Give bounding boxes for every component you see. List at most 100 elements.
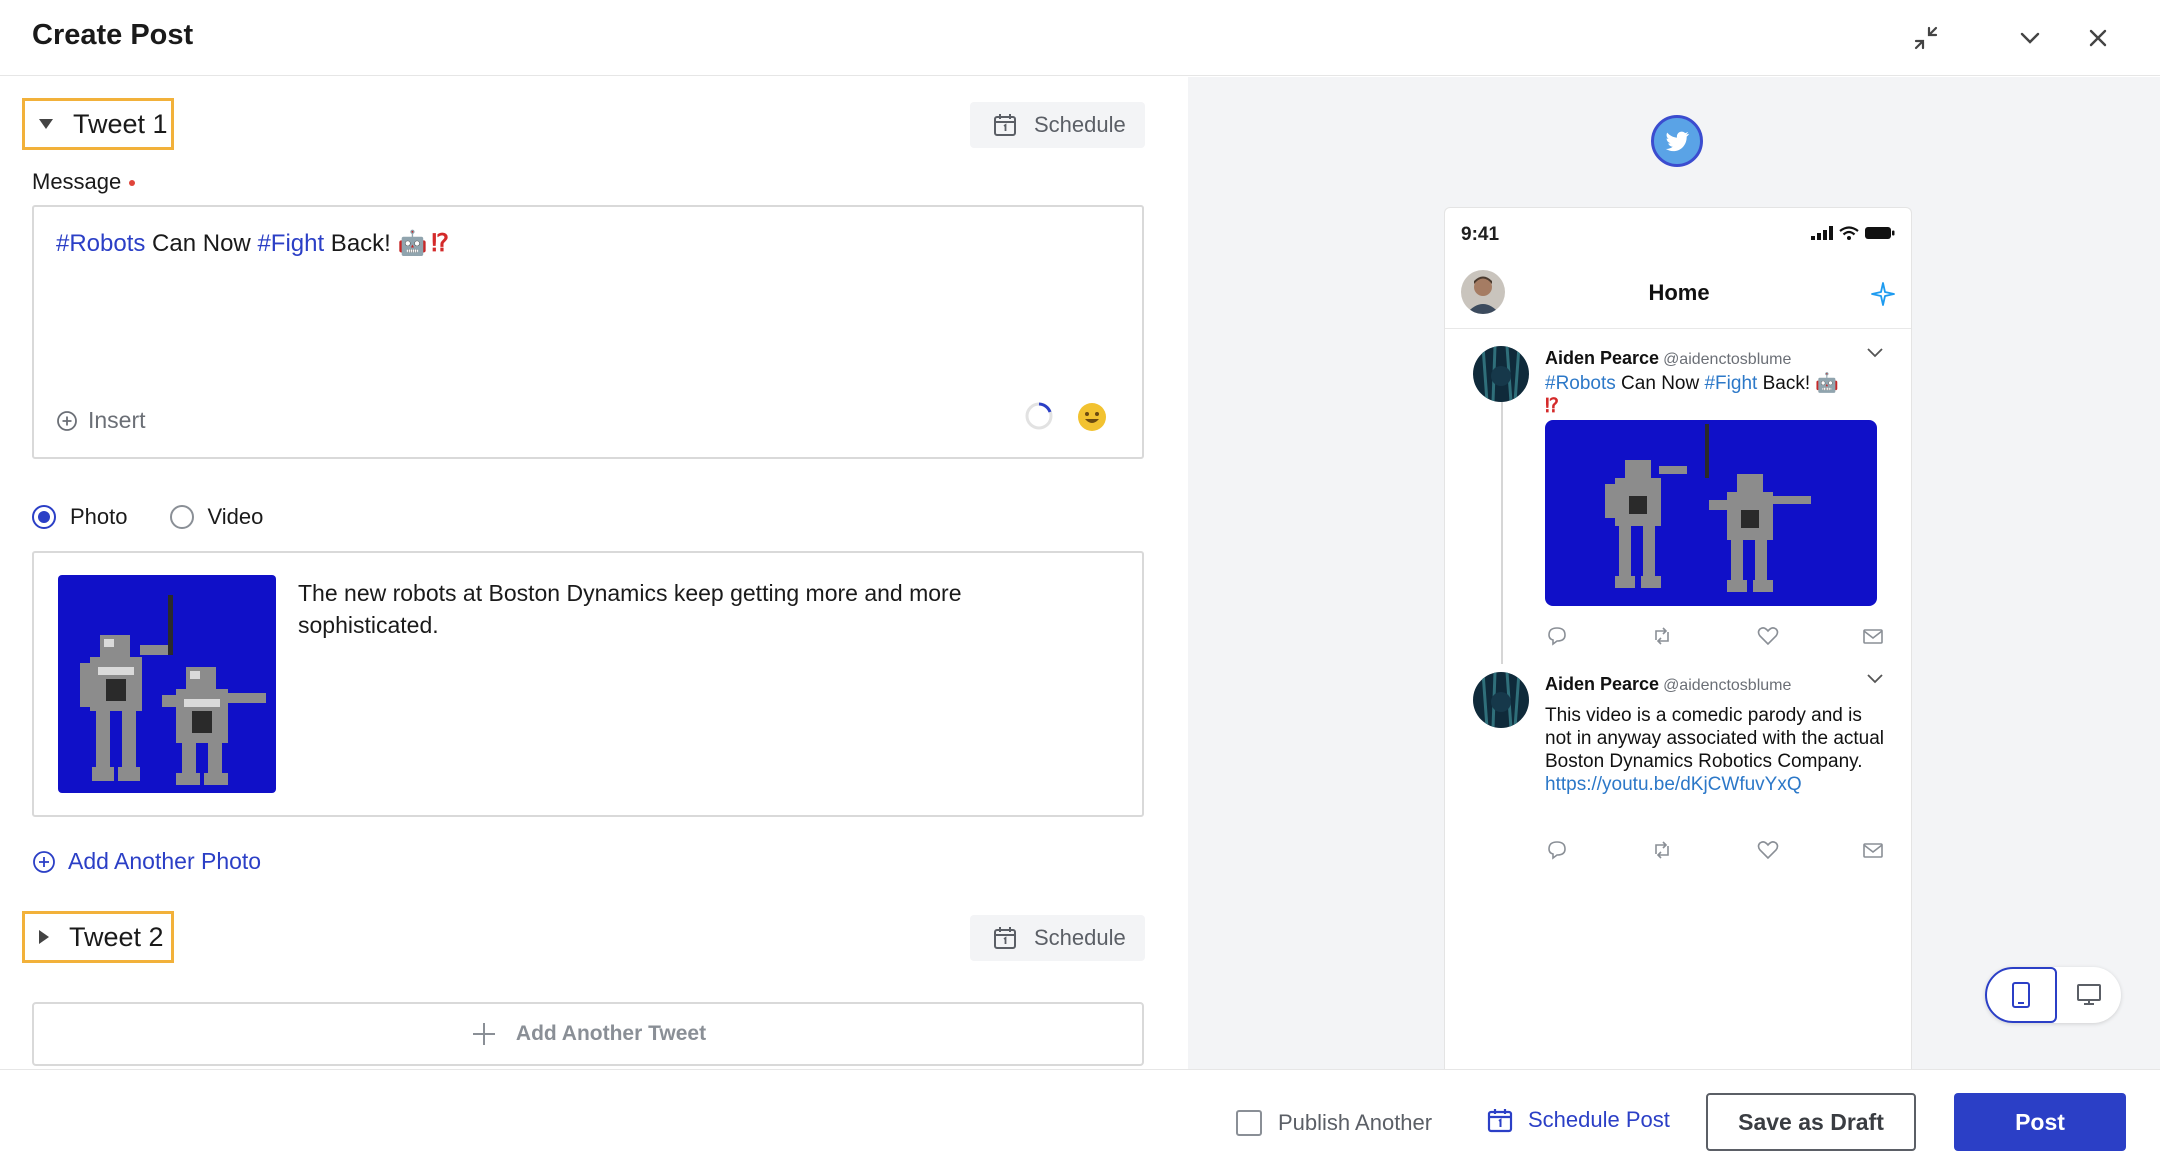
message-text-part: Can Now [145,230,258,257]
video-radio[interactable]: Video [169,504,264,530]
robots-photo [58,575,276,793]
caret-down-icon [39,119,53,129]
tweet-body: This video is a comedic parody and is no… [1545,705,1885,772]
hashtag-fight[interactable]: #Fight [257,230,324,257]
photo-radio[interactable]: Photo [32,504,128,530]
tweet-actions [1545,624,1885,648]
create-post-window: Create Post Tweet 1 Schedule Message #Ro… [0,0,2160,1174]
like-icon[interactable] [1756,624,1780,648]
sparkle-icon[interactable] [1869,280,1897,308]
share-icon[interactable] [1861,624,1885,648]
header: Create Post [0,0,2160,76]
divider [1445,328,1911,329]
media-type-selector: Photo Video [32,504,305,530]
close-button[interactable] [2076,16,2120,60]
photo-thumbnail[interactable] [58,575,276,793]
minimize-button[interactable] [2008,16,2052,60]
robot-emoji: 🤖 [397,230,428,257]
radio-unselected [169,505,194,529]
tweet-1-schedule-button[interactable]: Schedule [970,102,1145,148]
twitter-channel-badge[interactable] [1651,115,1703,167]
calendar-icon [1487,1109,1513,1133]
mobile-preview: 9:41 Home Aiden Pearce @aidenctosblume #… [1444,207,1912,1069]
message-label-text: Message [32,169,122,194]
wifi-icon [1839,226,1859,240]
hashtag-fight[interactable]: #Fight [1704,373,1757,394]
retweet-icon[interactable] [1650,624,1674,648]
like-icon[interactable] [1756,838,1780,862]
message-input[interactable]: #Robots Can Now #Fight Back! 🤖 ⁉ Insert [32,205,1144,459]
desktop-monitor-icon [2077,984,2101,1005]
message-text: #Robots Can Now #Fight Back! 🤖 ⁉ [56,229,449,258]
chevron-down-icon[interactable] [1865,668,1885,688]
reply-icon[interactable] [1545,838,1569,862]
video-radio-label: Video [207,504,264,529]
insert-button[interactable]: Insert [56,407,146,434]
publish-another-label: Publish Another [1278,1110,1433,1135]
collapse-icon [1914,26,1938,50]
tweet-link[interactable]: https://youtu.be/dKjCWfuvYxQ [1545,774,1802,795]
post-button[interactable]: Post [1954,1093,2126,1151]
publish-another-checkbox[interactable]: Publish Another [1236,1110,1432,1136]
photo-description[interactable]: The new robots at Boston Dynamics keep g… [298,577,1018,641]
footer-actions: Publish Another Schedule Post Save as Dr… [0,1069,2160,1174]
interrobang-emoji: ⁉ [1545,396,1559,417]
author-name: Aiden Pearce [1545,674,1660,694]
save-as-draft-button[interactable]: Save as Draft [1706,1093,1916,1151]
chevron-down-icon [2020,32,2040,44]
schedule-post-label: Schedule Post [1528,1107,1670,1132]
insert-label: Insert [88,407,146,433]
share-icon[interactable] [1861,838,1885,862]
photo-radio-label: Photo [70,504,128,529]
tweet-2-label: Tweet 2 [69,921,164,952]
tweet-image[interactable] [1545,420,1877,606]
tweet-1-toggle[interactable]: Tweet 1 [22,98,174,150]
add-tweet-label: Add Another Tweet [515,1022,707,1045]
twitter-bird-icon [1665,131,1689,152]
tweet-2-toggle[interactable]: Tweet 2 [22,911,174,963]
tweet-2-schedule-button[interactable]: Schedule [970,915,1145,961]
tweet-avatar[interactable] [1473,346,1529,402]
collapse-button[interactable] [1904,16,1948,60]
author-handle: @aidenctosblume [1663,351,1792,368]
author-name: Aiden Pearce [1545,348,1660,368]
desktop-view-button[interactable] [2057,967,2121,1023]
tweet-text: This video is a comedic parody and is no… [1545,704,1885,796]
message-label: Message [32,169,136,195]
chevron-down-icon[interactable] [1865,342,1885,362]
checkbox-unchecked [1236,1110,1262,1136]
author-handle: @aidenctosblume [1663,677,1792,694]
emoji-picker-icon[interactable] [1076,401,1108,433]
hashtag-robots[interactable]: #Robots [1545,373,1616,394]
preview-view-toggle [1985,967,2121,1023]
signal-icon [1811,226,1833,240]
schedule-label: Schedule [1034,112,1126,137]
plus-circle-icon [33,850,55,873]
add-another-tweet-button[interactable]: Add Another Tweet [32,1002,1144,1066]
calendar-icon [994,927,1016,949]
character-count-ring-icon [1025,402,1053,430]
reply-icon[interactable] [1545,624,1569,648]
home-title: Home [1648,280,1710,305]
status-time: 9:41 [1461,224,1500,245]
required-dot [129,180,136,187]
add-another-photo-button[interactable]: Add Another Photo [32,848,261,875]
close-icon [2089,29,2107,47]
robots-photo [1545,420,1877,606]
tweet-1-label: Tweet 1 [73,108,168,139]
tweet-avatar[interactable] [1473,672,1529,728]
schedule-post-button[interactable]: Schedule Post [1486,1106,1670,1134]
post-editor: Tweet 1 Schedule Message #Robots Can Now… [0,77,1188,1069]
mobile-phone-icon [2012,982,2030,1008]
add-photo-label: Add Another Photo [68,848,262,874]
hashtag-robots[interactable]: #Robots [56,230,145,257]
radio-selected [32,505,56,529]
photo-card: The new robots at Boston Dynamics keep g… [32,551,1144,817]
battery-icon [1865,227,1895,239]
avatar-image [1473,346,1529,402]
calendar-icon [994,114,1016,136]
mobile-view-button[interactable] [1985,967,2057,1023]
avatar-image [1473,672,1529,728]
retweet-icon[interactable] [1650,838,1674,862]
plus-circle-icon [57,410,77,431]
